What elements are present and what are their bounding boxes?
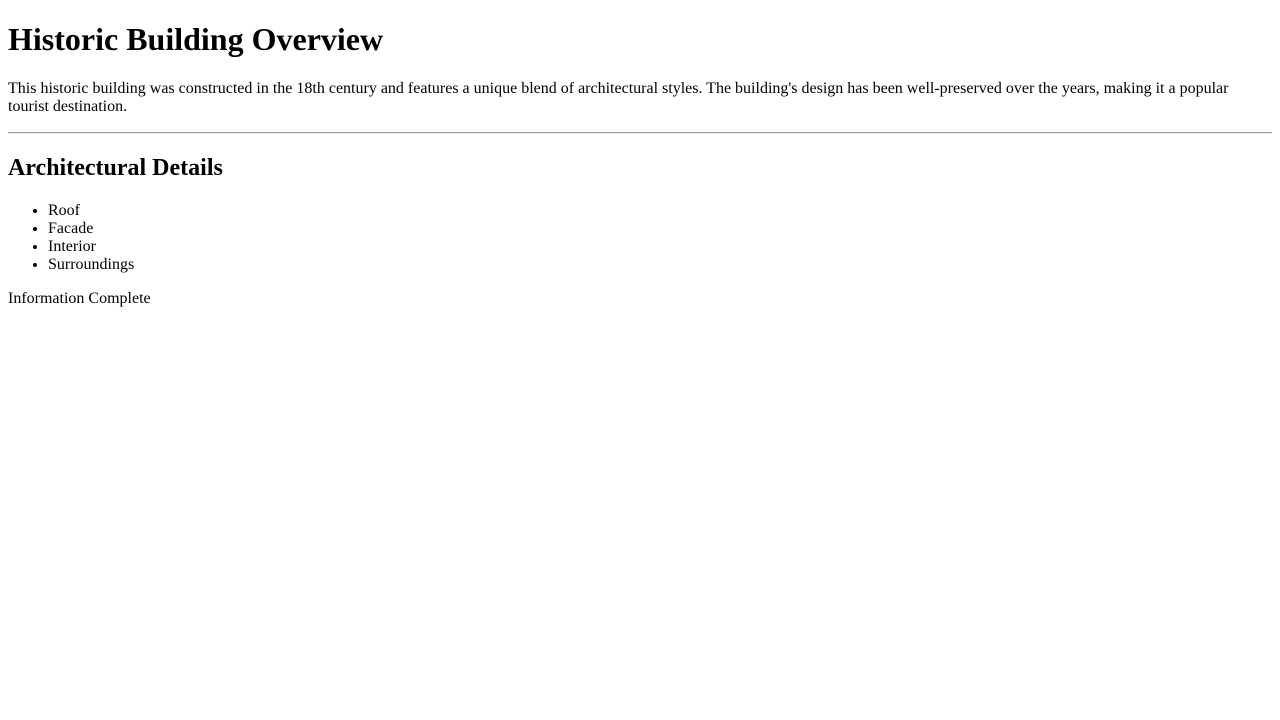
list-item-surroundings: Surroundings bbox=[48, 256, 1272, 274]
architectural-details-list: Roof Facade Interior Surroundings bbox=[8, 202, 1272, 274]
section-divider bbox=[8, 132, 1272, 134]
page-title: Historic Building Overview bbox=[8, 21, 384, 57]
section-heading-architectural-details: Architectural Details bbox=[8, 155, 223, 181]
list-item-roof: Roof bbox=[48, 202, 1272, 220]
intro-paragraph: This historic building was constructed i… bbox=[8, 80, 1229, 115]
status-text: Information Complete bbox=[8, 290, 151, 307]
page-container: Historic Building Overview This historic… bbox=[0, 0, 1280, 308]
list-item-facade: Facade bbox=[48, 220, 1272, 238]
list-item-interior: Interior bbox=[48, 238, 1272, 256]
